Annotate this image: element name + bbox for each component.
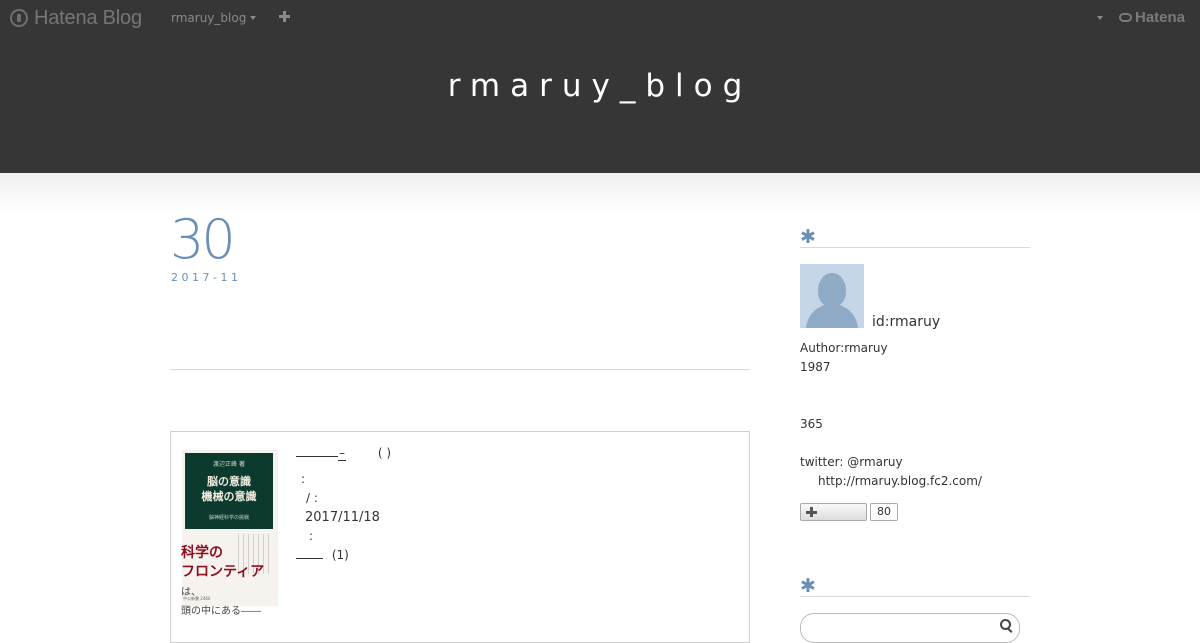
entry-divider [170,369,750,370]
avatar-head [818,273,846,307]
asterisk-icon: ✱ [800,575,816,597]
profile-module-heading: ✱ [800,227,1030,248]
book-review-count: (1) [331,548,349,562]
hatena-logo-text: Hatena [1135,9,1186,26]
profile-year: 1987 [800,360,831,374]
cover-title: 脳の意識 機械の意識 [185,474,273,504]
avatar-body [806,304,858,328]
search-module-heading: ✱ [800,576,1030,597]
book-embed-card: 渡辺正峰 著 脳の意識 機械の意識 脳神経科学の挑戦 科学の フロンティアは、 … [170,431,750,643]
hatena-logo[interactable]: Hatena [1119,9,1185,26]
book-title-dash[interactable]: – [338,446,346,461]
search-input[interactable] [800,613,1020,643]
book-title-paren: ( ) [377,446,392,460]
profile-twitter[interactable]: twitter: @rmaruy [800,455,903,469]
chevron-down-icon [250,16,257,20]
book-review-link[interactable] [296,558,323,559]
asterisk-icon: ✱ [800,226,816,248]
header-shadow [0,173,1200,213]
book-publisher-slash: / : [306,491,318,505]
cover-publisher: 中公新書 2460 [183,596,211,601]
new-post-plus-icon[interactable] [278,10,292,24]
entry-date-day[interactable]: 30 [170,208,236,271]
blog-switcher-dropdown[interactable]: rmaruy_blog [171,11,257,25]
cover-catch-line3: 頭の中にある―― [181,606,261,617]
book-title-link[interactable] [296,456,338,457]
book-release-date: 2017/11/18 [305,510,380,525]
user-menu-chevron-down-icon[interactable] [1097,16,1103,20]
profile-url-link[interactable]: http://rmaruy.blog.fc2.com/ [818,474,982,488]
cover-author: 渡辺正峰 著 [213,461,245,468]
entry-date-year-month[interactable]: 2017-11 [171,271,241,284]
hatena-cloud-icon [1119,13,1132,22]
avatar[interactable] [800,264,864,328]
hatena-blog-logo[interactable]: Hatena Blog [10,6,142,30]
cover-subtitle: 脳神経科学の挑戦 [208,515,249,521]
profile-id-link[interactable]: id:rmaruy [872,314,940,330]
search-icon[interactable] [1000,619,1011,630]
book-media-colon: : [309,529,314,543]
book-cover-image[interactable]: 渡辺正峰 著 脳の意識 機械の意識 脳神経科学の挑戦 科学の フロンティアは、 … [181,450,278,617]
profile-days: 365 [800,417,823,431]
cover-catch-line1: 科学の [181,545,223,561]
follower-count[interactable]: 80 [870,503,898,521]
cover-title-line2: 機械の意識 [201,490,257,503]
book-author-colon: : [301,472,306,486]
hatena-blog-icon [10,9,28,27]
follow-button[interactable] [800,503,867,521]
blog-switcher-label: rmaruy_blog [171,11,247,25]
cover-catch-line2: フロンティア [181,564,265,580]
hatena-blog-logo-text: Hatena Blog [34,6,142,29]
cover-catchphrase: 科学の フロンティアは、 頭の中にある―― [181,544,281,621]
global-header-bar: Hatena Blog rmaruy_blog Hatena [0,0,1200,36]
profile-author: Author:rmaruy [800,341,888,355]
cover-title-line1: 脳の意識 [207,475,251,488]
blog-title[interactable]: rmaruy_blog [0,68,1200,104]
book-cover-top-panel: 渡辺正峰 著 脳の意識 機械の意識 脳神経科学の挑戦 [185,453,273,529]
